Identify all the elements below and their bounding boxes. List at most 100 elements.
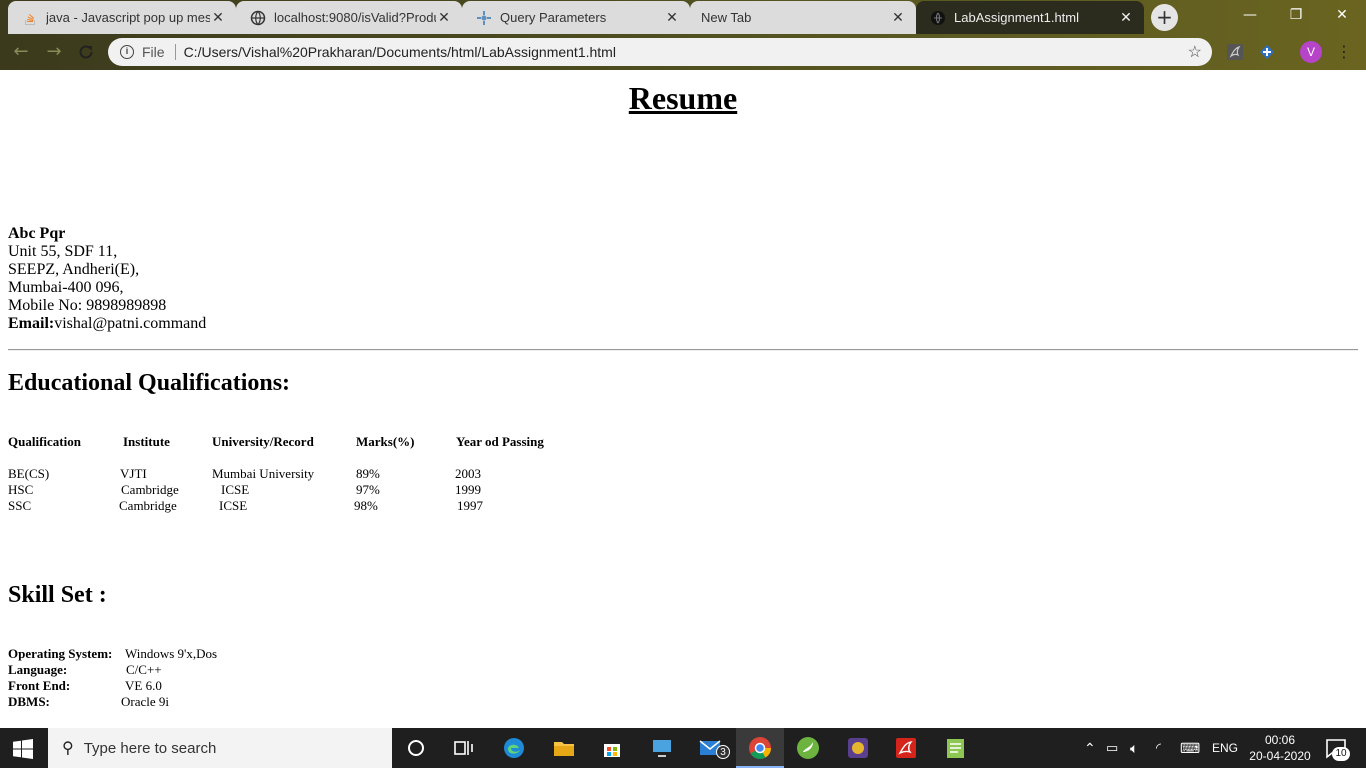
divider: [174, 44, 176, 60]
bookmark-star-icon[interactable]: ☆: [1188, 42, 1202, 62]
notepad-icon[interactable]: [944, 736, 968, 760]
search-icon: ⚲: [62, 740, 74, 757]
skill-value: Windows 9'x,Dos: [125, 646, 218, 661]
table-header: Institute: [123, 434, 170, 449]
tab-localhost[interactable]: localhost:9080/isValid?Product ✕: [236, 1, 462, 34]
keyboard-icon[interactable]: ⌨: [1180, 728, 1200, 768]
mail-badge: 3: [716, 745, 730, 759]
table-cell: 89%: [356, 466, 380, 481]
page-title: Resume: [628, 80, 738, 116]
profile-avatar[interactable]: V: [1300, 41, 1322, 63]
tab-new-tab[interactable]: New Tab ✕: [690, 1, 916, 34]
url-text[interactable]: C:/Users/Vishal%20Prakharan/Documents/ht…: [184, 44, 616, 60]
close-icon[interactable]: ✕: [436, 9, 452, 26]
table-cell: 2003: [455, 466, 481, 481]
table-cell: 98%: [354, 498, 378, 513]
forward-arrow-icon[interactable]: →: [42, 40, 66, 64]
table-cell: 97%: [356, 482, 380, 497]
taskbar-search-box[interactable]: ⚲ Type here to search: [48, 728, 392, 768]
battery-icon[interactable]: ▭: [1106, 728, 1118, 768]
table-header: Year od Passing: [456, 434, 544, 449]
close-icon[interactable]: ✕: [1118, 9, 1134, 26]
tab-strip: java - Javascript pop up messa ✕ localho…: [0, 0, 1366, 34]
new-tab-button[interactable]: +: [1151, 4, 1178, 31]
scheme-label: File: [142, 44, 165, 60]
windows-taskbar: ⚲ Type here to search 3 ⌃ ▭ 🔈︎ ◜ ⌨ ENG 0…: [0, 728, 1366, 768]
education-heading: Educational Qualifications:: [8, 370, 291, 396]
windows-start-icon[interactable]: [13, 739, 33, 759]
store-icon[interactable]: [600, 736, 624, 760]
spring-tool-icon[interactable]: [796, 736, 820, 760]
clock[interactable]: 00:06 20-04-2020: [1248, 732, 1312, 766]
spring-icon: [477, 10, 491, 25]
info-icon[interactable]: i: [120, 45, 134, 59]
table-cell: Cambridge: [119, 498, 177, 513]
skills-heading: Skill Set :: [8, 582, 107, 608]
game-app-icon[interactable]: [846, 736, 870, 760]
address-line: Mumbai-400 096,: [8, 279, 124, 296]
table-header: Marks(%): [356, 434, 415, 449]
table-cell: 1999: [455, 482, 481, 497]
reload-icon[interactable]: [74, 40, 98, 64]
close-icon[interactable]: ✕: [664, 9, 680, 26]
address-line: SEEPZ, Andheri(E),: [8, 261, 140, 278]
page-content: Resume Abc Pqr Unit 55, SDF 11, SEEPZ, A…: [0, 70, 1366, 728]
globe-icon: [250, 10, 266, 25]
file-explorer-icon[interactable]: [552, 736, 576, 760]
horizontal-rule: [8, 349, 1358, 351]
edge-icon[interactable]: [502, 736, 526, 760]
tab-title: LabAssignment1.html: [954, 10, 1080, 25]
browser-window-chrome: java - Javascript pop up messa ✕ localho…: [0, 0, 1366, 70]
chevron-up-icon[interactable]: ⌃: [1084, 728, 1096, 768]
email-label: Email:: [8, 315, 55, 332]
skills-table: Operating System: Windows 9'x,Dos Langua…: [8, 646, 408, 712]
language-indicator[interactable]: ENG: [1212, 728, 1238, 768]
skill-label: Front End:: [8, 678, 71, 693]
clock-date: 20-04-2020: [1249, 749, 1311, 763]
tab-labassignment[interactable]: LabAssignment1.html ✕: [916, 1, 1144, 34]
wifi-icon[interactable]: ◜: [1156, 728, 1161, 768]
tab-title: java - Javascript pop up messa: [46, 10, 210, 25]
clock-time: 00:06: [1264, 733, 1296, 747]
chrome-icon[interactable]: [748, 736, 772, 760]
globe-icon: [931, 10, 945, 25]
task-view-icon[interactable]: [452, 736, 476, 760]
acrobat-icon[interactable]: [894, 736, 918, 760]
stackoverflow-icon: [25, 13, 35, 25]
puzzle-extension-icon[interactable]: [1258, 43, 1276, 61]
restore-button[interactable]: ❐: [1276, 4, 1316, 26]
cortana-icon[interactable]: [404, 736, 428, 760]
address-bar[interactable]: i File C:/Users/Vishal%20Prakharan/Docum…: [108, 38, 1212, 66]
close-icon[interactable]: ✕: [890, 9, 906, 26]
menu-dots-icon[interactable]: ⋮: [1336, 40, 1352, 64]
skill-label: Operating System:: [8, 646, 113, 661]
skill-label: DBMS:: [8, 694, 50, 709]
close-window-button[interactable]: ✕: [1322, 4, 1362, 26]
table-header: Qualification: [8, 434, 81, 449]
volume-icon[interactable]: 🔈︎: [1130, 728, 1138, 768]
close-icon[interactable]: ✕: [210, 9, 226, 26]
table-cell: ICSE: [221, 482, 250, 497]
contact-name: Abc Pqr: [8, 225, 66, 242]
mobile-number: Mobile No: 9898989898: [8, 297, 167, 314]
pdf-extension-icon[interactable]: [1226, 43, 1244, 61]
contact-block: Abc Pqr Unit 55, SDF 11, SEEPZ, Andheri(…: [8, 225, 206, 333]
address-line: Unit 55, SDF 11,: [8, 243, 118, 260]
skill-label: Language:: [8, 662, 68, 677]
skill-value: C/C++: [126, 662, 162, 677]
table-cell: 1997: [457, 498, 483, 513]
screen-app-icon[interactable]: [650, 736, 674, 760]
tab-query-parameters[interactable]: Query Parameters ✕: [462, 1, 690, 34]
minimize-button[interactable]: —: [1230, 4, 1270, 26]
table-cell: HSC: [8, 482, 34, 497]
back-arrow-icon[interactable]: ←: [9, 40, 33, 64]
table-cell: SSC: [8, 498, 32, 513]
tab-title: Query Parameters: [500, 10, 607, 25]
tab-title: localhost:9080/isValid?Product: [274, 10, 436, 25]
education-table: Qualification Institute University/Recor…: [8, 434, 608, 514]
tab-title: New Tab: [701, 10, 752, 25]
table-header: University/Record: [212, 434, 314, 449]
skill-value: Oracle 9i: [121, 694, 170, 709]
tab-stackoverflow[interactable]: java - Javascript pop up messa ✕: [8, 1, 236, 34]
notification-badge: 10: [1332, 747, 1350, 761]
